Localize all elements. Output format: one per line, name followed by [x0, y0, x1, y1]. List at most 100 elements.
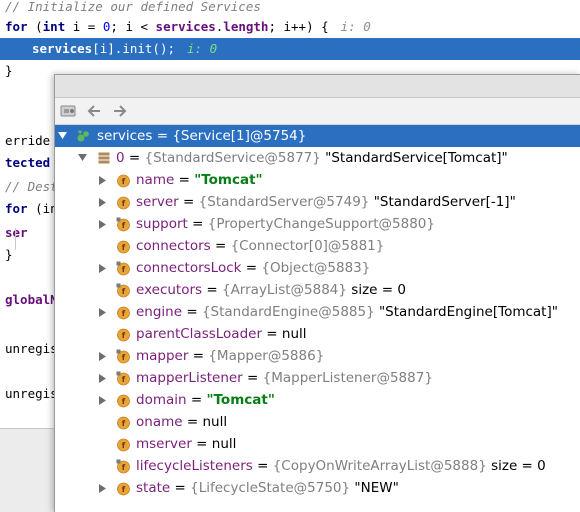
final-field-icon: f — [116, 213, 131, 235]
code-line[interactable]: } — [5, 60, 13, 82]
code-line[interactable]: // Dest — [5, 176, 58, 198]
field-value: "NEW" — [354, 480, 399, 496]
collapse-arrow-icon[interactable] — [97, 477, 107, 499]
expand-arrow-icon[interactable] — [57, 125, 67, 147]
tree-row-mapper[interactable]: f mapper = {Mapper@5886} — [55, 345, 580, 367]
collapse-arrow-icon[interactable] — [97, 389, 107, 411]
expand-arrow-icon[interactable] — [77, 147, 87, 169]
final-field-icon: f — [116, 257, 131, 279]
inline-value-hint: i: 0 — [340, 19, 371, 34]
code-token: ; i < — [110, 19, 156, 34]
element-0-label: 0 = {StandardService@5877} "StandardServ… — [116, 150, 508, 166]
tree-row-name[interactable]: f name = "Tomcat" — [55, 169, 580, 191]
field-icon: f — [116, 323, 131, 345]
tree-row-connectorsLock[interactable]: f connectorsLock = {Object@5883} — [55, 257, 580, 279]
code-line[interactable]: } — [5, 244, 13, 266]
field-label: mapper = {Mapper@5886} — [136, 348, 325, 364]
field-ref: {StandardEngine@5885} — [201, 304, 375, 320]
field-label: executors = {ArrayList@5884} size = 0 — [136, 282, 406, 298]
svg-text:f: f — [122, 485, 126, 494]
code-token: erride — [5, 133, 51, 148]
popup-title-bar[interactable] — [55, 75, 580, 98]
tree-row-domain[interactable]: f domain = "Tomcat" — [55, 389, 580, 411]
field-ref: {MapperListener@5887} — [262, 370, 433, 386]
code-token: for — [5, 19, 28, 34]
variable-name: services — [97, 128, 153, 144]
code-line[interactable]: for (in — [5, 198, 58, 220]
forward-arrow-icon[interactable] — [111, 102, 129, 120]
field-icon: f — [116, 433, 131, 455]
code-line[interactable]: erride — [5, 130, 50, 152]
svg-text:f: f — [122, 243, 126, 252]
array-element-icon — [96, 147, 111, 169]
collapse-arrow-icon[interactable] — [97, 257, 107, 279]
svg-text:f: f — [122, 375, 126, 384]
svg-text:f: f — [122, 265, 126, 274]
code-token: ( — [27, 19, 43, 34]
collapse-arrow-icon[interactable] — [97, 169, 107, 191]
back-arrow-icon[interactable] — [85, 102, 103, 120]
svg-text:f: f — [122, 419, 126, 428]
tree-row-engine[interactable]: f engine = {StandardEngine@5885} "Standar… — [55, 301, 580, 323]
field-name: mserver — [136, 436, 192, 452]
svg-text:f: f — [122, 463, 126, 472]
code-line-current[interactable]: services[i].init(); i: 0 — [0, 38, 580, 60]
tree-row-executors[interactable]: f executors = {ArrayList@5884} size = 0 — [55, 279, 580, 301]
code-token: services — [155, 19, 216, 34]
field-ref: {ArrayList@5884} — [221, 282, 347, 298]
array-variable-icon — [75, 125, 90, 147]
code-token: // Dest — [5, 179, 58, 194]
code-line[interactable]: unregis — [5, 338, 58, 360]
collapse-arrow-icon[interactable] — [97, 345, 107, 367]
code-token: unregis — [5, 386, 58, 401]
code-token: for — [5, 201, 28, 216]
tree-row-services[interactable]: services = {Service[1]@5754} — [55, 125, 580, 147]
field-name: mapperListener — [136, 370, 243, 386]
collapse-arrow-icon[interactable] — [97, 367, 107, 389]
field-label: mserver = null — [136, 436, 237, 452]
final-field-icon: f — [116, 367, 131, 389]
tree-row-support[interactable]: f support = {PropertyChangeSupport@5880} — [55, 213, 580, 235]
field-label: connectorsLock = {Object@5883} — [136, 260, 371, 276]
field-value: null — [202, 414, 228, 430]
svg-text:f: f — [122, 331, 126, 340]
field-name: oname — [136, 414, 183, 430]
field-label: state = {LifecycleState@5750} "NEW" — [136, 480, 399, 496]
svg-text:f: f — [122, 397, 126, 406]
field-name: state — [136, 480, 171, 496]
code-line[interactable]: ser — [5, 222, 28, 244]
field-icon: f — [116, 169, 131, 191]
svg-text:f: f — [122, 309, 126, 318]
collapse-arrow-icon[interactable] — [97, 301, 107, 323]
collapse-arrow-icon[interactable] — [97, 191, 107, 213]
variable-desc: "StandardService[Tomcat]" — [325, 150, 508, 166]
watch-icon[interactable] — [59, 102, 77, 120]
field-label: support = {PropertyChangeSupport@5880} — [136, 216, 435, 232]
field-name: engine — [136, 304, 183, 320]
tree-row-connectors[interactable]: f connectors = {Connector[0]@5881} — [55, 235, 580, 257]
tree-row-parentClassLoader[interactable]: f parentClassLoader = null — [55, 323, 580, 345]
tree-row-oname[interactable]: f oname = null — [55, 411, 580, 433]
field-ref: {Mapper@5886} — [208, 348, 325, 364]
final-field-icon: f — [116, 455, 131, 477]
code-line[interactable]: unregis — [5, 383, 58, 405]
collapse-arrow-icon[interactable] — [97, 213, 107, 235]
code-line[interactable]: for (int i = 0; i < services.length; i++… — [5, 16, 371, 38]
variable-name: 0 — [116, 150, 125, 166]
field-ref: {CopyOnWriteArrayList@5888} — [272, 458, 487, 474]
tree-row-mserver[interactable]: f mserver = null — [55, 433, 580, 455]
tree-row-mapperListener[interactable]: f mapperListener = {MapperListener@5887} — [55, 367, 580, 389]
code-token: [i].init(); — [92, 41, 176, 56]
tree-row-state[interactable]: f state = {LifecycleState@5750} "NEW" — [55, 477, 580, 499]
code-token: unregis — [5, 341, 58, 356]
tree-row-element-0[interactable]: 0 = {StandardService@5877} "StandardServ… — [55, 147, 580, 169]
field-value: null — [211, 436, 237, 452]
field-name: connectors — [136, 238, 211, 254]
field-label: mapperListener = {MapperListener@5887} — [136, 370, 433, 386]
tree-row-lifecycleListeners[interactable]: f lifecycleListeners = {CopyOnWriteArrayL… — [55, 455, 580, 477]
code-line[interactable]: globalN — [5, 289, 58, 311]
code-token: } — [5, 247, 13, 262]
tree-row-server[interactable]: f server = {StandardServer@5749} "Standar… — [55, 191, 580, 213]
inline-value-hint: i: 0 — [187, 41, 218, 56]
code-token: // Initialize our defined Services — [5, 0, 261, 14]
